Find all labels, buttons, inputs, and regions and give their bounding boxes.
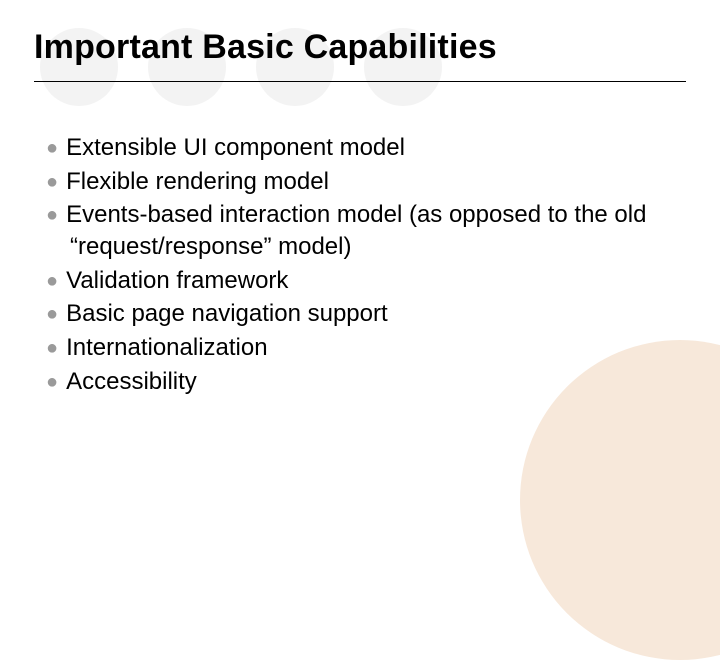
bullet-text: Extensible UI component model bbox=[66, 134, 405, 161]
bullet-text: Flexible rendering model bbox=[66, 168, 329, 195]
bullet-text: Basic page navigation support bbox=[66, 300, 388, 327]
bullet-text: Validation framework bbox=[66, 267, 288, 294]
list-item: ● Flexible rendering model bbox=[46, 166, 686, 198]
list-item: ● Validation framework bbox=[46, 265, 686, 297]
bullet-icon: ● bbox=[46, 371, 58, 393]
bullet-list: ● Extensible UI component model ● Flexible… bbox=[34, 132, 686, 397]
list-item: ● Internationalization bbox=[46, 332, 686, 364]
list-item: ● Accessibility bbox=[46, 366, 686, 398]
bullet-text: Internationalization bbox=[66, 334, 267, 361]
bullet-icon: ● bbox=[46, 270, 58, 292]
bullet-icon: ● bbox=[46, 171, 58, 193]
slide-title: Important Basic Capabilities bbox=[34, 28, 686, 82]
list-item: ● Extensible UI component model bbox=[46, 132, 686, 164]
bullet-icon: ● bbox=[46, 137, 58, 159]
list-item: ● Events-based interaction model (as oppo… bbox=[46, 199, 686, 262]
bullet-icon: ● bbox=[46, 337, 58, 359]
bullet-icon: ● bbox=[46, 303, 58, 325]
list-item: ● Basic page navigation support bbox=[46, 298, 686, 330]
bullet-text: Events-based interaction model (as oppos… bbox=[66, 201, 646, 260]
bullet-text: Accessibility bbox=[66, 368, 197, 395]
bullet-icon: ● bbox=[46, 204, 58, 226]
slide-content: Important Basic Capabilities ● Extensible… bbox=[0, 0, 720, 397]
